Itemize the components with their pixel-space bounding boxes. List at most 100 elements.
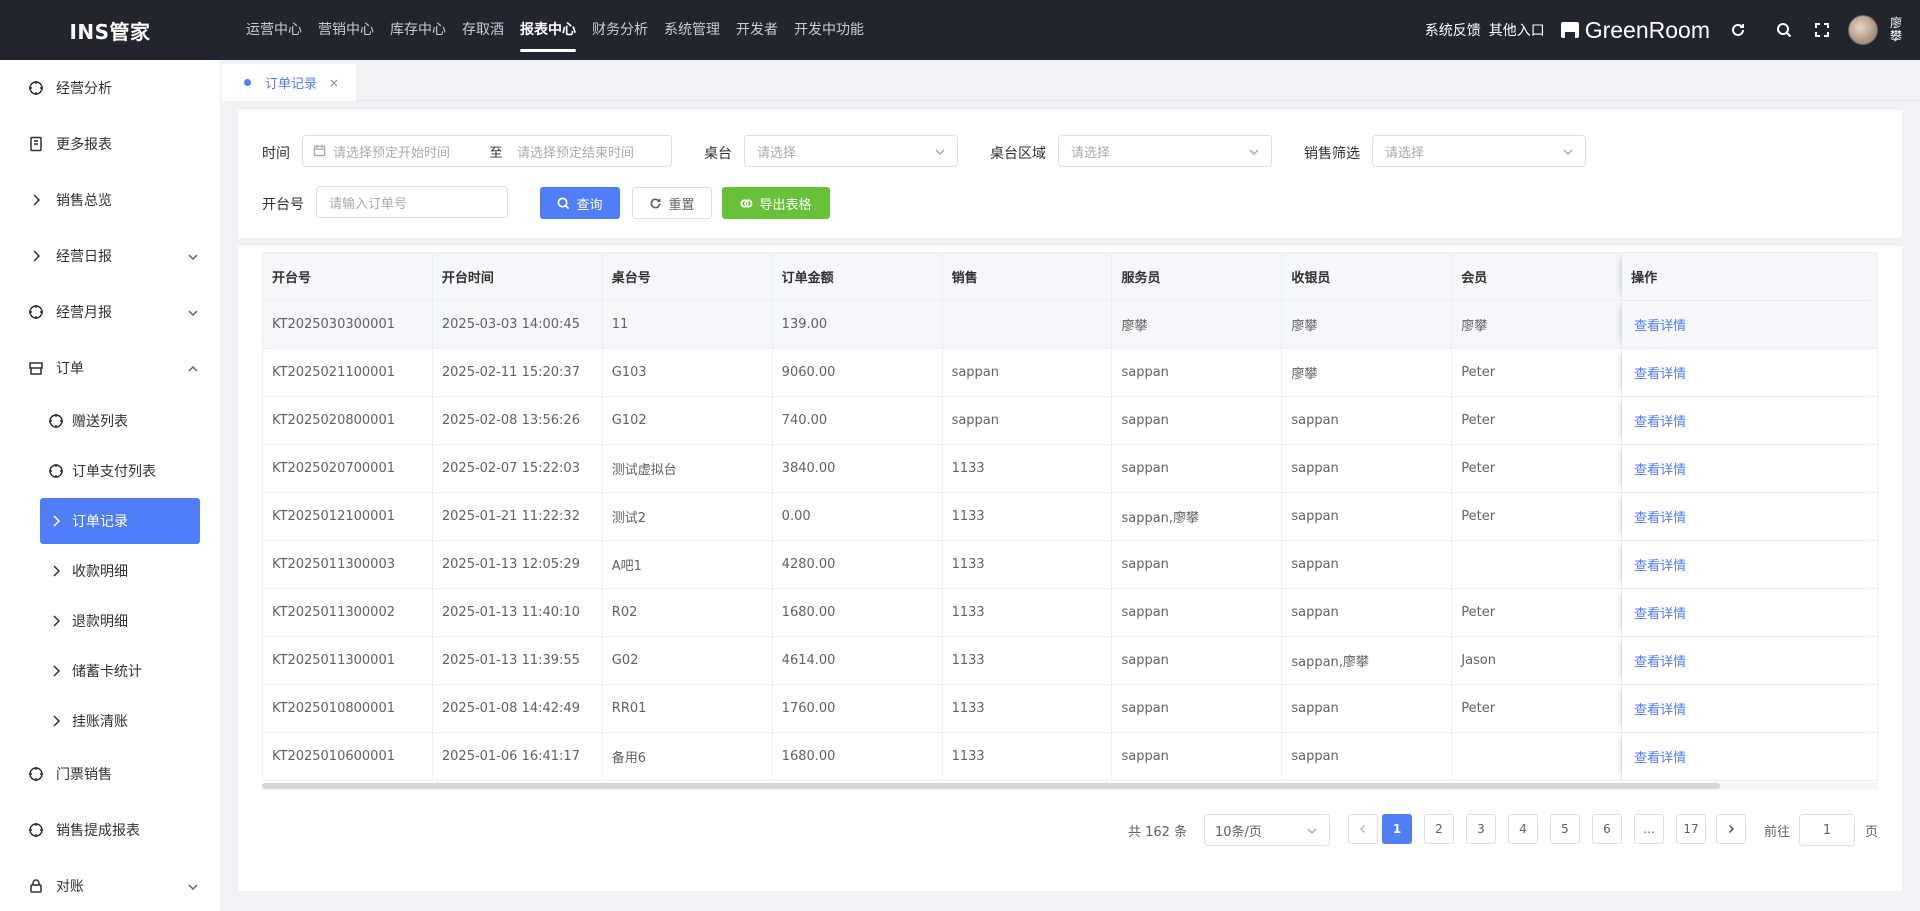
table-cell: 2025-01-13 12:05:29 [433,541,603,588]
sidebar-item[interactable]: 经营分析 [0,60,220,116]
sidebar-item-label: 更多报表 [56,137,112,153]
sidebar-item[interactable]: 赠送列表 [0,396,220,446]
table-row[interactable]: KT2025011300002 2025-01-13 11:40:10 R02 168… [263,589,1878,637]
page-button[interactable]: 17 [1676,814,1706,844]
topnav-item[interactable]: 存取酒 [462,0,504,60]
topnav-item[interactable]: 营销中心 [318,0,374,60]
page-button[interactable]: 3 [1466,814,1496,844]
sidebar-item-label: 销售提成报表 [56,823,140,839]
topnav-item[interactable]: 系统管理 [664,0,720,60]
sidebar-item-label: 经营分析 [56,81,112,97]
table-cell: KT2025030300001 [263,301,433,348]
column-header[interactable]: 开台号 [263,253,433,300]
sidebar-item[interactable]: 收款明细 [0,546,220,596]
topnav-item[interactable]: 报表中心 [520,0,576,60]
start-date-input[interactable]: 请选择预定开始时间 [333,142,481,161]
date-range-picker[interactable]: 请选择预定开始时间 至 请选择预定结束时间 [302,135,672,167]
user-name[interactable]: 廖攀 [1890,17,1904,43]
scrollbar-thumb[interactable] [262,783,1720,789]
table-row[interactable]: KT2025011300001 2025-01-13 11:39:55 G02 461… [263,637,1878,685]
sidebar-item[interactable]: 销售总览 [0,172,220,228]
view-details-link[interactable]: 查看详情 [1634,651,1686,670]
area-select[interactable]: 请选择 [1058,135,1272,167]
table-row[interactable]: KT2025010800001 2025-01-08 14:42:49 RR01 17… [263,685,1878,733]
avatar[interactable] [1848,15,1878,45]
sidebar-item[interactable]: 订单 [0,340,220,396]
topnav-item[interactable]: 开发者 [736,0,778,60]
column-header[interactable]: 开台时间 [433,253,603,300]
export-button[interactable]: 导出表格 [722,187,830,219]
column-header[interactable]: 收银员 [1282,253,1453,300]
page-size-select[interactable]: 10条/页 [1204,814,1330,846]
view-details-link[interactable]: 查看详情 [1634,747,1686,766]
store-switcher[interactable]: GreenRoom [1560,17,1710,44]
sidebar-item[interactable]: 对账 [0,858,220,911]
view-details-link[interactable]: 查看详情 [1634,507,1686,526]
view-details-link[interactable]: 查看详情 [1634,315,1686,334]
column-header[interactable]: 操作 [1622,253,1878,300]
view-details-link[interactable]: 查看详情 [1634,699,1686,718]
order-no-input[interactable]: 请输入订单号 [316,186,508,218]
page-button[interactable]: 4 [1508,814,1538,844]
search-button[interactable]: 查询 [540,187,620,219]
reset-button[interactable]: 重置 [632,187,712,219]
more-pages-button[interactable]: … [1634,814,1664,844]
column-header[interactable]: 订单金额 [773,253,943,300]
topnav-item[interactable]: 库存中心 [390,0,446,60]
sidebar-item-label: 赠送列表 [72,414,128,430]
table-select[interactable]: 请选择 [744,135,958,167]
table-cell: 备用6 [603,733,773,780]
table-row[interactable]: KT2025020700001 2025-02-07 15:22:03 测试虚拟台 3… [263,445,1878,493]
table-cell: G103 [603,349,773,396]
tab-order-records[interactable]: 订单记录 × [222,64,356,101]
sidebar-item[interactable]: 经营月报 [0,284,220,340]
table-cell: 4280.00 [773,541,943,588]
horizontal-scrollbar[interactable] [262,782,1878,790]
feedback-link[interactable]: 系统反馈 [1425,20,1481,40]
column-header[interactable]: 销售 [943,253,1113,300]
view-details-link[interactable]: 查看详情 [1634,411,1686,430]
close-icon[interactable]: × [329,76,339,90]
page-button[interactable]: 5 [1550,814,1580,844]
fullscreen-icon[interactable] [1812,20,1832,40]
table-row[interactable]: KT2025012100001 2025-01-21 11:22:32 测试2 0.0… [263,493,1878,541]
prev-page-button[interactable] [1348,814,1378,844]
sidebar-item-label: 门票销售 [56,767,112,783]
next-page-button[interactable] [1716,814,1746,844]
page-button[interactable]: 2 [1424,814,1454,844]
sidebar-item[interactable]: 储蓄卡统计 [0,646,220,696]
page-button[interactable]: 1 [1382,814,1412,844]
view-details-link[interactable]: 查看详情 [1634,363,1686,382]
topnav-item[interactable]: 运营中心 [246,0,302,60]
sidebar-item[interactable]: 订单记录 [40,498,200,544]
goto-page-input[interactable]: 1 [1799,814,1855,846]
table-row[interactable]: KT2025020800001 2025-02-08 13:56:26 G102 74… [263,397,1878,445]
table-row[interactable]: KT2025011300003 2025-01-13 12:05:29 A吧1 428… [263,541,1878,589]
sales-select[interactable]: 请选择 [1372,135,1586,167]
view-details-link[interactable]: 查看详情 [1634,603,1686,622]
table-row[interactable]: KT2025021100001 2025-02-11 15:20:37 G103 90… [263,349,1878,397]
sidebar-item[interactable]: 更多报表 [0,116,220,172]
column-header[interactable]: 桌台号 [603,253,773,300]
table-cell: sappan,廖攀 [1282,637,1453,684]
topnav-item[interactable]: 开发中功能 [794,0,864,60]
column-header[interactable]: 服务员 [1112,253,1283,300]
end-date-input[interactable]: 请选择预定结束时间 [517,142,634,161]
sidebar-item[interactable]: 订单支付列表 [0,446,220,496]
view-details-link[interactable]: 查看详情 [1634,459,1686,478]
sidebar-item[interactable]: 门票销售 [0,746,220,802]
search-icon[interactable] [1774,20,1794,40]
other-entry-link[interactable]: 其他入口 [1489,20,1545,40]
topnav-item[interactable]: 财务分析 [592,0,648,60]
sidebar-item[interactable]: 销售提成报表 [0,802,220,858]
app-logo[interactable]: INS管家 [0,16,220,45]
column-header[interactable]: 会员 [1452,253,1623,300]
table-row[interactable]: KT2025010600001 2025-01-06 16:41:17 备用6 168… [263,733,1878,781]
sidebar-item[interactable]: 挂账清账 [0,696,220,746]
refresh-icon[interactable] [1728,20,1748,40]
page-button[interactable]: 6 [1592,814,1622,844]
sidebar-item[interactable]: 退款明细 [0,596,220,646]
table-row[interactable]: KT2025030300001 2025-03-03 14:00:45 11 139.… [263,301,1878,349]
view-details-link[interactable]: 查看详情 [1634,555,1686,574]
sidebar-item[interactable]: 经营日报 [0,228,220,284]
